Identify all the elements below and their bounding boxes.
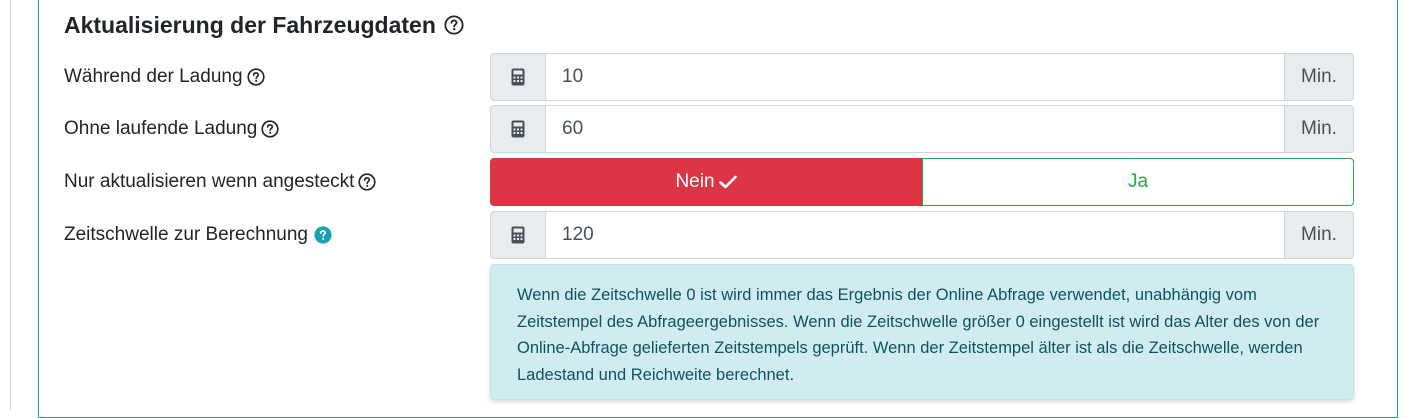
field-row-not-charging: Ohne laufende Ladung Min. — [0, 105, 1407, 153]
question-circle-icon[interactable] — [358, 173, 376, 191]
field-label: Während der Ladung — [64, 53, 265, 101]
field-label: Zeitschwelle zur Berechnung — [64, 211, 332, 259]
unit-label: Min. — [1284, 105, 1354, 153]
calculator-icon — [490, 211, 546, 259]
toggle-option-no[interactable]: Nein — [490, 158, 922, 206]
section-title: Aktualisierung der Fahrzeugdaten — [64, 12, 436, 39]
question-circle-filled-icon[interactable] — [314, 226, 332, 244]
toggle-option-yes[interactable]: Ja — [922, 158, 1354, 206]
calculator-icon — [490, 53, 546, 101]
field-row-threshold: Zeitschwelle zur Berechnung Min. — [0, 211, 1407, 259]
info-text: Wenn die Zeitschwelle 0 ist wird immer d… — [517, 286, 1319, 384]
plugged-only-toggle: Nein Ja — [490, 158, 1354, 206]
interval-input-group: Min. — [490, 105, 1354, 153]
threshold-input-group: Min. — [490, 211, 1354, 259]
unit-label: Min. — [1284, 211, 1354, 259]
idle-interval-input[interactable] — [546, 105, 1284, 153]
question-circle-icon[interactable] — [261, 120, 279, 138]
section-heading: Aktualisierung der Fahrzeugdaten — [64, 8, 464, 42]
threshold-input[interactable] — [546, 211, 1284, 259]
charging-interval-input[interactable] — [546, 53, 1284, 101]
calculator-icon — [490, 105, 546, 153]
field-label: Ohne laufende Ladung — [64, 105, 279, 153]
question-circle-icon[interactable] — [444, 15, 464, 35]
question-circle-icon[interactable] — [247, 68, 265, 86]
field-label: Nur aktualisieren wenn angesteckt — [64, 158, 376, 206]
interval-input-group: Min. — [490, 53, 1354, 101]
unit-label: Min. — [1284, 53, 1354, 101]
field-row-charging: Während der Ladung Min. — [0, 53, 1407, 101]
field-row-plugged-only: Nur aktualisieren wenn angesteckt Nein J… — [0, 158, 1407, 206]
check-icon — [719, 175, 737, 189]
threshold-info-alert: Wenn die Zeitschwelle 0 ist wird immer d… — [490, 264, 1354, 400]
